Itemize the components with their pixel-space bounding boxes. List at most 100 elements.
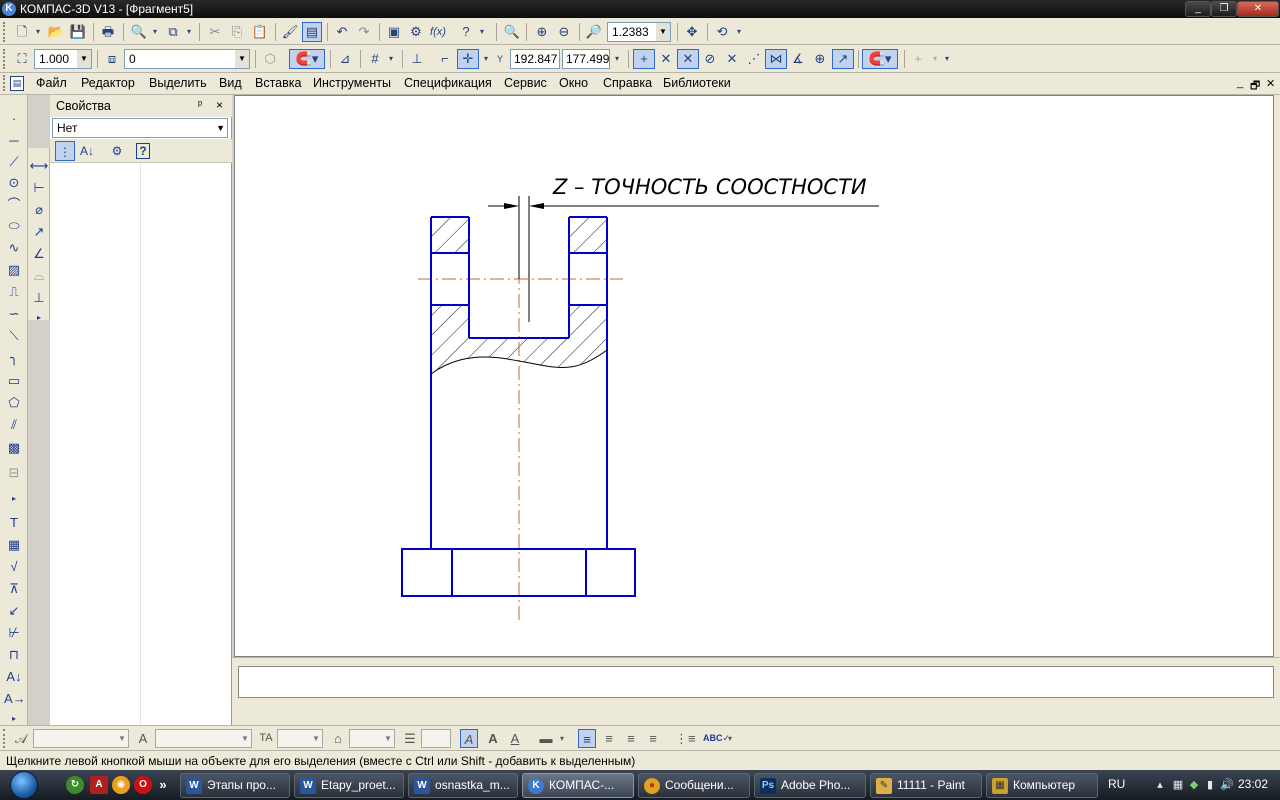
chevron-down-icon[interactable]: ▼ <box>116 730 128 747</box>
global-snap-icon[interactable]: 🧲▾ <box>862 49 898 69</box>
task-button[interactable]: W Etapy_proet... <box>294 773 404 798</box>
toolbar-grip[interactable] <box>3 22 7 42</box>
zoom-out-icon[interactable]: ⊖ <box>554 22 574 42</box>
angle-dimension-icon[interactable]: ∠ <box>29 244 49 264</box>
pin-icon[interactable]: ᵖ <box>198 99 202 111</box>
layer-icon[interactable]: ⧈ <box>102 49 122 69</box>
orthogonal-icon[interactable]: ⊿ <box>335 49 355 69</box>
minimize-button[interactable]: _ <box>1185 1 1211 17</box>
doc-minimize-button[interactable]: _ <box>1237 77 1243 89</box>
menu-service[interactable]: Сервис <box>504 76 547 90</box>
menu-libraries[interactable]: Библиотеки <box>663 76 731 90</box>
properties-brush-icon[interactable]: 🖌 <box>280 22 300 42</box>
toolbar-overflow-icon[interactable]: ▾ <box>942 49 952 69</box>
print-preview-icon[interactable]: 🔍 <box>129 22 149 42</box>
spline-icon[interactable]: ∿ <box>4 238 24 258</box>
fillet-icon[interactable]: ╮ <box>4 348 24 368</box>
arc-icon[interactable]: ⌒ <box>4 195 24 215</box>
doc-restore-button[interactable]: 🗗 <box>1250 77 1260 96</box>
align-center-icon[interactable]: ≡ <box>600 729 618 748</box>
tolerance-icon[interactable]: ⊬ <box>4 623 24 643</box>
menu-view[interactable]: Вид <box>219 76 242 90</box>
quicklaunch-opera-icon[interactable]: O <box>134 776 152 794</box>
font-size-combo[interactable]: ▼ <box>155 729 252 748</box>
redo-icon[interactable]: ↷ <box>354 22 374 42</box>
table-icon[interactable]: ▦ <box>4 535 24 555</box>
text-color-icon[interactable]: ▬ <box>536 729 556 748</box>
quicklaunch-chrome-icon[interactable]: ◉ <box>112 776 130 794</box>
base-icon[interactable]: ⊼ <box>4 579 24 599</box>
auxiliary-line-icon[interactable]: ─ <box>4 131 24 151</box>
task-button[interactable]: ✎ 11111 - Paint <box>870 773 982 798</box>
maximize-button[interactable]: ❐ <box>1211 1 1237 17</box>
kompas-app-icon[interactable]: K <box>2 2 16 16</box>
document-icon[interactable]: ▤ <box>10 76 24 91</box>
paste-icon[interactable]: 📋 <box>250 22 270 42</box>
grid-dropdown-icon[interactable]: ▾ <box>386 49 396 69</box>
chevron-down-icon[interactable]: ▼ <box>382 730 394 747</box>
refresh-icon[interactable]: ⟲ <box>712 22 732 42</box>
snap-quadrant-icon[interactable]: ⋰ <box>744 49 764 69</box>
command-input[interactable] <box>238 666 1274 698</box>
object-select[interactable]: Нет ▼ <box>52 118 228 138</box>
snap-intersection-icon[interactable]: ✕ <box>677 49 699 69</box>
manager-dropdown-icon[interactable]: ▾ <box>184 22 194 42</box>
pan-icon[interactable]: ✥ <box>682 22 702 42</box>
tolerance-leader[interactable] <box>488 196 879 322</box>
snap-endpoint-icon[interactable]: ✕ <box>656 49 676 69</box>
menu-specification[interactable]: Спецификация <box>404 76 492 90</box>
signal-icon[interactable]: ▮ <box>1204 778 1216 792</box>
section-line-icon[interactable]: A→ <box>4 689 26 709</box>
underline-button[interactable]: A <box>506 729 524 748</box>
roughness-icon[interactable]: √ <box>4 557 24 577</box>
scale-icon[interactable]: ⛶ <box>12 49 32 69</box>
diameter-icon[interactable]: ⌀ <box>29 200 49 220</box>
linear-dimension-icon[interactable]: ⟷ <box>29 156 49 176</box>
language-indicator[interactable]: RU <box>1108 777 1125 791</box>
chevron-down-icon[interactable]: ▼ <box>216 119 225 137</box>
preview-dropdown-icon[interactable]: ▾ <box>150 22 160 42</box>
numbered-list-icon[interactable]: ⋮≡ <box>675 729 696 748</box>
snap-point-icon[interactable]: ↗ <box>832 49 854 69</box>
view-arrow-icon[interactable]: A↓ <box>4 667 24 687</box>
task-button[interactable]: W osnastka_m... <box>408 773 518 798</box>
task-button[interactable]: Ps Adobe Pho... <box>754 773 866 798</box>
variables-icon[interactable]: f(x) <box>428 22 448 42</box>
polygon-icon[interactable]: ⬠ <box>4 393 24 413</box>
zoom-combo[interactable]: 1.2383 ▼ <box>607 22 671 42</box>
round-dropdown-icon[interactable]: ▾ <box>481 49 491 69</box>
text-icon[interactable]: T <box>4 513 24 533</box>
task-button[interactable]: W Этапы про... <box>180 773 290 798</box>
toolbar-grip[interactable] <box>3 729 7 748</box>
new-file-icon[interactable]: 🗋 <box>12 22 32 42</box>
segment-icon[interactable]: ⟋ <box>4 152 24 172</box>
help-dropdown-icon[interactable]: ▾ <box>477 22 487 42</box>
menu-help[interactable]: Справка <box>603 76 652 90</box>
style-icon[interactable]: ⬡ <box>260 49 280 69</box>
coord-y-field[interactable]: 177.499 <box>562 49 610 69</box>
snap-normal-icon[interactable]: ✕ <box>722 49 742 69</box>
color-dropdown-icon[interactable]: ▾ <box>557 729 567 748</box>
zoom-in-icon[interactable]: ⊕ <box>532 22 552 42</box>
polyline-icon[interactable]: ⎍ <box>4 282 24 302</box>
help-icon[interactable]: ? <box>136 143 150 159</box>
snap-center-icon[interactable]: ⊕ <box>810 49 830 69</box>
spellcheck-icon[interactable]: ABC✓ <box>703 729 730 748</box>
help-pointer-icon[interactable]: ? <box>456 22 476 42</box>
chevron-down-icon[interactable]: ▼ <box>235 50 249 68</box>
expand-arrow-icon[interactable]: ▸ <box>4 489 24 509</box>
menu-file[interactable]: Файл <box>36 76 67 90</box>
height-mark-icon[interactable]: ⊥ <box>29 288 49 308</box>
open-folder-icon[interactable]: 📂 <box>46 22 66 42</box>
doc-close-button[interactable]: ✕ <box>1266 77 1275 90</box>
ellipse-icon[interactable]: ⬭ <box>4 216 24 236</box>
new-dropdown-icon[interactable]: ▾ <box>33 22 43 42</box>
tray-app-icon[interactable]: ◆ <box>1188 778 1200 792</box>
tree-icon[interactable]: ▣ <box>384 22 404 42</box>
snap-midpoint-icon[interactable]: ⋈ <box>765 49 787 69</box>
snap-angle-icon[interactable]: ∡ <box>788 49 808 69</box>
quicklaunch-more[interactable]: » <box>156 776 170 794</box>
menu-window[interactable]: Окно <box>559 76 588 90</box>
bezier-icon[interactable]: ∽ <box>4 304 24 324</box>
menu-tools[interactable]: Инструменты <box>313 76 391 90</box>
